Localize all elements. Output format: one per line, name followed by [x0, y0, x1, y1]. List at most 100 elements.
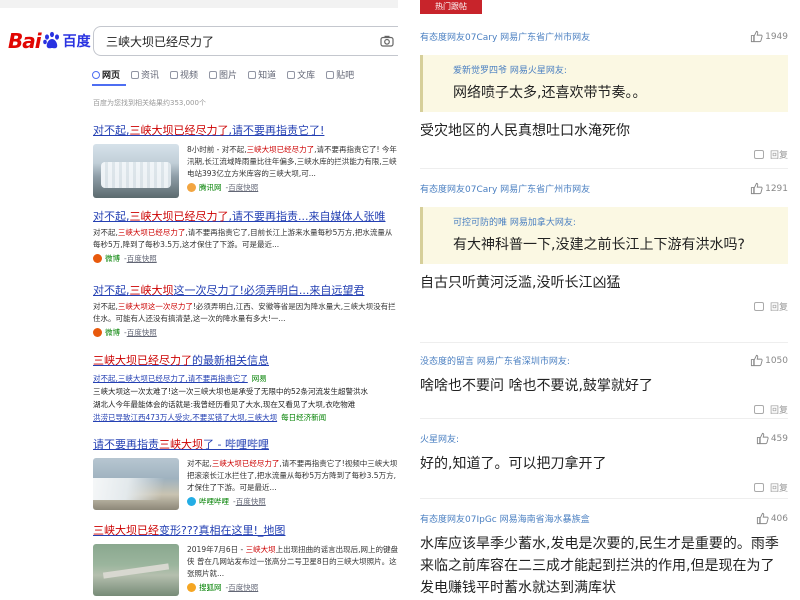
reply-button[interactable]: 回复 [420, 403, 788, 416]
quoted-user[interactable]: 可控可防的唯 网易加拿大网友: [453, 215, 778, 228]
result-abstract: 对不起,三峡大坝这一次尽力了!必须弄明白,江西、安徽等省是因为降水量大,三峡大坝… [93, 302, 396, 323]
like-button[interactable]: 1050 [750, 354, 788, 367]
news-item[interactable]: 三峡大坝这一次太难了!这一次三峡大坝也是承受了无限中的52条河流发生超警洪水 [93, 385, 398, 398]
news-item[interactable]: 湖北人今年最能体会的话就是:我曾经历看见了大水,现在又看见了大坝,衣吃物难 [93, 398, 398, 411]
reply-button[interactable]: 回复 [420, 481, 788, 494]
comment-user[interactable]: 有态度网友07Cary 网易广东省广州市网友 [420, 182, 590, 195]
news-item[interactable]: 洪涝已导致江西473万人受灾,不要买错了大坝,三峡大坝 每日经济新闻 [93, 411, 398, 424]
result-title-link[interactable]: 请不要再指责三峡大坝了 - 哔哩哔哩 [93, 436, 398, 452]
tab-video[interactable]: 视频 [170, 68, 198, 81]
comment-separator [420, 418, 788, 419]
reply-button[interactable]: 回复 [420, 148, 788, 161]
tab-zhidao[interactable]: 知道 [248, 68, 276, 81]
image-icon [209, 70, 218, 79]
comment-item: 有态度网友07IpGc 网易海南省海水暴族盒 406 水库应该旱季少蓄水,发电是… [420, 512, 788, 599]
result-thumbnail[interactable] [93, 458, 179, 510]
weibo-icon [93, 254, 102, 263]
result-title-link[interactable]: 对不起,三峡大坝已经尽力了,请不要再指责...来自媒体人张唯 [93, 208, 398, 224]
paw-icon [42, 31, 59, 49]
comments-pane: 热门跟帖 有态度网友07Cary 网易广东省广州市网友 1949 爱新觉罗四爷 … [408, 0, 800, 600]
logo-text-bai: Bai [8, 29, 42, 53]
news-block: 三峡大坝已经尽力了的最新相关信息 对不起,三峡大坝已经尽力了,请不要再指责它了网… [93, 352, 398, 424]
result-title-link[interactable]: 三峡大坝已经变形???真相在这里!_地图 [93, 522, 398, 538]
news-icon [131, 70, 140, 79]
snapshot-link[interactable]: 百度快照 [127, 253, 157, 264]
comment-user[interactable]: 火星网友: [420, 432, 459, 445]
thumbs-up-icon [751, 354, 763, 367]
quoted-comment: 可控可防的唯 网易加拿大网友: 有大神科普一下,没建之前长江上下游有洪水吗? [420, 207, 788, 264]
search-result: 对不起,三峡大坝已经尽力了,请不要再指责...来自媒体人张唯 对不起,三峡大坝已… [93, 208, 398, 264]
like-count: 406 [770, 513, 788, 524]
video-icon [170, 70, 179, 79]
snapshot-link[interactable]: 百度快照 [127, 327, 157, 338]
quoted-text: 有大神科普一下,没建之前长江上下游有洪水吗? [453, 237, 745, 253]
pane-divider [398, 0, 408, 600]
like-count: 1050 [765, 355, 788, 366]
tab-wenku[interactable]: 文库 [287, 68, 315, 81]
result-title-link[interactable]: 对不起,三峡大坝已经尽力了,请不要再指责它了! [93, 122, 398, 138]
snapshot-link[interactable]: 百度快照 [236, 496, 266, 507]
search-results-pane: Bai 百度 三峡大坝已经尽力了 网页 资讯 视频 图片 知道 文库 贴吧 百度… [0, 0, 398, 600]
camera-icon[interactable] [380, 35, 394, 47]
like-button[interactable]: 406 [756, 512, 788, 525]
comment-text: 水库应该旱季少蓄水,发电是次要的,民生才是重要的。雨季来临之前库容在二三成才能起… [420, 536, 779, 596]
hot-comments-tab[interactable]: 热门跟帖 [420, 0, 482, 14]
like-count: 459 [770, 433, 788, 444]
result-source: 微博 - 百度快照 [93, 327, 398, 338]
bilibili-icon [187, 497, 196, 506]
comment-user[interactable]: 没态度的留言 网易广东省深圳市网友: [420, 354, 570, 367]
thumbs-up-icon [751, 182, 763, 195]
result-title-link[interactable]: 对不起,三峡大坝这一次尽力了!必须弄明白...来自远望君 [93, 282, 398, 298]
result-thumbnail[interactable] [93, 144, 179, 198]
reply-button[interactable]: 回复 [420, 300, 788, 313]
search-result: 对不起,三峡大坝这一次尽力了!必须弄明白...来自远望君 对不起,三峡大坝这一次… [93, 282, 398, 338]
search-tabs: 网页 资讯 视频 图片 知道 文库 贴吧 [92, 68, 365, 81]
search-result: 对不起,三峡大坝已经尽力了,请不要再指责它了! 8小时前 - 对不起,三峡大坝已… [93, 122, 398, 198]
search-result: 请不要再指责三峡大坝了 - 哔哩哔哩 对不起,三峡大坝已经尽力了,请不要再指责它… [93, 436, 398, 510]
comment-separator [420, 168, 788, 169]
tab-news[interactable]: 资讯 [131, 68, 159, 81]
result-source: 微博 - 百度快照 [93, 253, 398, 264]
news-item[interactable]: 对不起,三峡大坝已经尽力了,请不要再指责它了 网易 [93, 372, 398, 385]
snapshot-link[interactable]: 百度快照 [228, 182, 258, 193]
weibo-icon [93, 328, 102, 337]
search-input[interactable]: 三峡大坝已经尽力了 [93, 26, 398, 56]
like-button[interactable]: 1291 [750, 182, 788, 195]
search-icon [92, 70, 100, 79]
like-button[interactable]: 1949 [750, 30, 788, 43]
result-thumbnail[interactable] [93, 544, 179, 596]
thumbs-up-icon [756, 512, 769, 525]
comment-separator [420, 342, 788, 343]
search-query: 三峡大坝已经尽力了 [106, 35, 215, 49]
quoted-user[interactable]: 爱新觉罗四爷 网易火星网友: [453, 63, 778, 76]
result-count: 百度为您找到相关结果约353,000个 [93, 99, 206, 107]
thumbs-up-icon [751, 30, 763, 43]
snapshot-link[interactable]: 百度快照 [228, 582, 258, 593]
quoted-comment: 爱新觉罗四爷 网易火星网友: 网络喷子太多,还喜欢带节奏。。 [420, 55, 788, 112]
news-block-title[interactable]: 三峡大坝已经尽力了的最新相关信息 [93, 352, 398, 368]
comment-item: 没态度的留言 网易广东省深圳市网友: 1050 啥啥也不要问 啥也不要说,鼓掌就… [420, 354, 788, 416]
comment-separator [420, 498, 788, 499]
like-button[interactable]: 459 [756, 432, 788, 445]
comment-item: 有态度网友07Cary 网易广东省广州市网友 1291 可控可防的唯 网易加拿大… [420, 182, 788, 313]
comment-item: 火星网友: 459 好的,知道了。可以把刀拿开了 回复 [420, 432, 788, 494]
comment-text: 受灾地区的人民真想吐口水淹死你 [420, 123, 630, 139]
comment-text: 啥啥也不要问 啥也不要说,鼓掌就好了 [420, 378, 653, 394]
forum-icon [326, 70, 335, 79]
tab-images[interactable]: 图片 [209, 68, 237, 81]
tab-web[interactable]: 网页 [92, 68, 120, 81]
logo-text-du: 百度 [62, 34, 91, 50]
reply-icon [753, 302, 764, 311]
comment-user[interactable]: 有态度网友07IpGc 网易海南省海水暴族盒 [420, 512, 590, 525]
active-tab-indicator [92, 84, 126, 86]
result-abstract: 对不起,三峡大坝已经尽力了,请不要再指责它了,目前长江上游来水量每秒5万方,把水… [93, 228, 393, 249]
question-icon [248, 70, 257, 79]
comment-user[interactable]: 有态度网友07Cary 网易广东省广州市网友 [420, 30, 590, 43]
comment-text: 好的,知道了。可以把刀拿开了 [420, 456, 607, 472]
result-source: 搜狐网 - 百度快照 [187, 582, 398, 593]
baidu-logo[interactable]: Bai 百度 [8, 28, 91, 54]
like-count: 1949 [765, 31, 788, 42]
tab-tieba[interactable]: 贴吧 [326, 68, 354, 81]
search-result: 三峡大坝已经变形???真相在这里!_地图 2019年7月6日 - 三峡大坝上出现… [93, 522, 398, 596]
result-source: 腾讯网 - 百度快照 [187, 182, 398, 193]
